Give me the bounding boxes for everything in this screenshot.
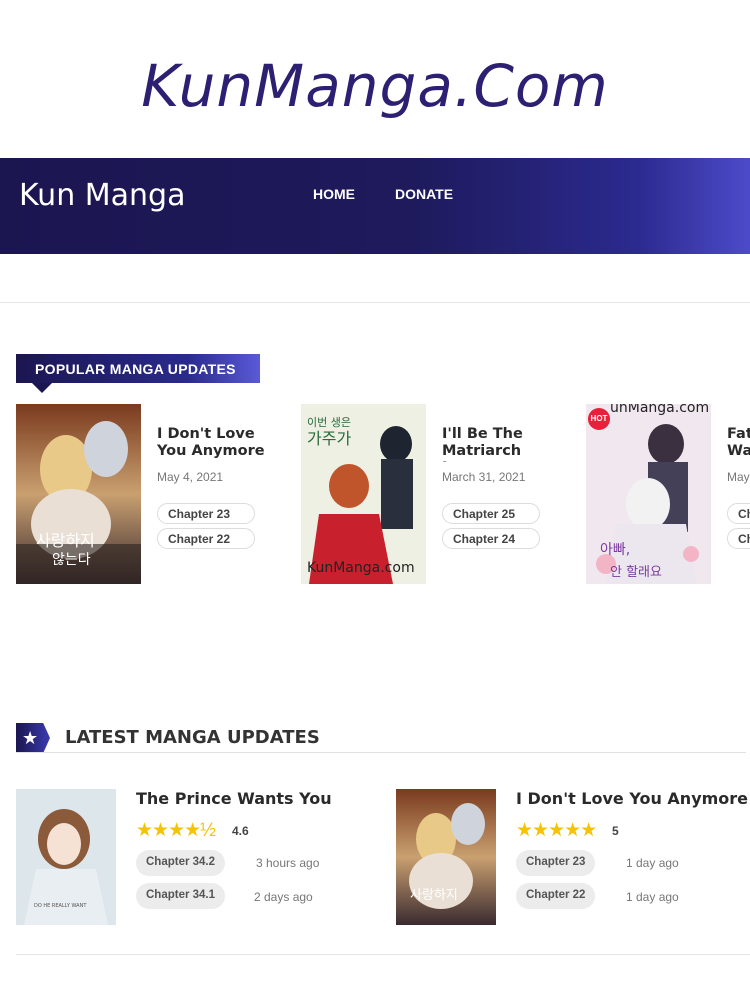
- cover-watermark: unManga.com: [610, 404, 710, 416]
- popular-card: 사랑하지 않는다 I Don't Love You Anymore May 4,…: [16, 404, 286, 584]
- chapter-link[interactable]: Ch: [727, 503, 750, 524]
- chapter-link[interactable]: Chapter 34.2: [136, 850, 226, 876]
- heading-rule: [16, 752, 746, 753]
- rating-stars: ★★★★½: [136, 820, 216, 841]
- chapter-time: 1 day ago: [626, 890, 679, 904]
- svg-text:않는다: 않는다: [52, 552, 91, 568]
- popular-section-heading: POPULAR MANGA UPDATES: [16, 354, 260, 393]
- svg-text:사랑하지: 사랑하지: [36, 531, 95, 550]
- update-date: March 31, 2021: [442, 470, 526, 484]
- chapter-time: 2 days ago: [254, 890, 313, 904]
- update-date: May: [727, 470, 750, 484]
- latest-item: DO HE REALLY WANT The Prince Wants You ★…: [16, 789, 376, 925]
- main-nav: HOME DONATE: [313, 186, 453, 202]
- manga-title[interactable]: I Don't Love You Anymore: [157, 426, 267, 460]
- divider: [0, 302, 750, 303]
- manga-cover[interactable]: 사랑하지: [396, 789, 496, 925]
- chapter-link[interactable]: Chapter 25: [442, 503, 540, 524]
- title-line: Fat: [727, 426, 750, 442]
- manga-cover[interactable]: DO HE REALLY WANT: [16, 789, 116, 925]
- manga-cover[interactable]: 사랑하지 않는다: [16, 404, 141, 584]
- latest-item: 사랑하지 I Don't Love You Anymore ★★★★★ 5 Ch…: [396, 789, 750, 925]
- divider: [16, 954, 750, 955]
- chapter-link[interactable]: Chapter 22: [516, 883, 596, 909]
- logo-banner: KunManga.Com: [0, 0, 750, 158]
- manga-cover[interactable]: 아빠, 안 할래요 HOT unManga.com: [586, 404, 711, 584]
- rating-stars: ★★★★★: [516, 820, 597, 841]
- manga-title[interactable]: I'll Be The Matriarch In...: [442, 426, 552, 462]
- chapter-link[interactable]: Chapter 23: [157, 503, 255, 524]
- star-icon: ★: [16, 723, 50, 753]
- title-line: Wa: [727, 443, 750, 459]
- cover-watermark: KunManga.com: [307, 560, 415, 576]
- svg-text:가주가: 가주가: [307, 429, 351, 448]
- popular-heading-label: POPULAR MANGA UPDATES: [35, 361, 236, 377]
- svg-text:DO HE REALLY WANT: DO HE REALLY WANT: [34, 903, 87, 909]
- site-header: Kun Manga HOME DONATE: [0, 158, 750, 254]
- latest-section-heading: LATEST MANGA UPDATES: [65, 727, 320, 748]
- svg-text:사랑하지: 사랑하지: [410, 888, 458, 903]
- heading-pointer: [32, 383, 52, 393]
- chapter-link[interactable]: Ch: [727, 528, 750, 549]
- rating-value: 5: [612, 824, 619, 838]
- hot-badge: HOT: [588, 408, 610, 430]
- manga-title[interactable]: The Prince Wants You: [136, 789, 332, 808]
- chapter-link[interactable]: Chapter 24: [442, 528, 540, 549]
- chapter-link[interactable]: Chapter 22: [157, 528, 255, 549]
- manga-title[interactable]: I Don't Love You Anymore: [516, 789, 748, 808]
- rating-value: 4.6: [232, 824, 249, 838]
- chapter-link[interactable]: Chapter 34.1: [136, 883, 226, 909]
- svg-text:아빠,: 아빠,: [600, 542, 630, 558]
- popular-card: 아빠, 안 할래요 HOT unManga.com FatWa May Ch C…: [586, 404, 750, 584]
- site-logo[interactable]: KunManga.Com: [0, 52, 750, 120]
- chapter-link[interactable]: Chapter 23: [516, 850, 596, 876]
- chapter-time: 1 day ago: [626, 856, 679, 870]
- chapter-time: 3 hours ago: [256, 856, 320, 870]
- svg-text:안 할래요: 안 할래요: [610, 565, 662, 580]
- manga-cover[interactable]: 이번 생은 가주가 KunManga.com: [301, 404, 426, 584]
- nav-donate[interactable]: DONATE: [395, 186, 453, 202]
- svg-text:이번 생은: 이번 생은: [307, 416, 351, 429]
- update-date: May 4, 2021: [157, 470, 224, 484]
- site-name[interactable]: Kun Manga: [19, 178, 185, 213]
- popular-card: 이번 생은 가주가 KunManga.com I'll Be The Matri…: [301, 404, 571, 584]
- manga-title[interactable]: Fat Wa: [727, 426, 750, 460]
- nav-home[interactable]: HOME: [313, 186, 355, 202]
